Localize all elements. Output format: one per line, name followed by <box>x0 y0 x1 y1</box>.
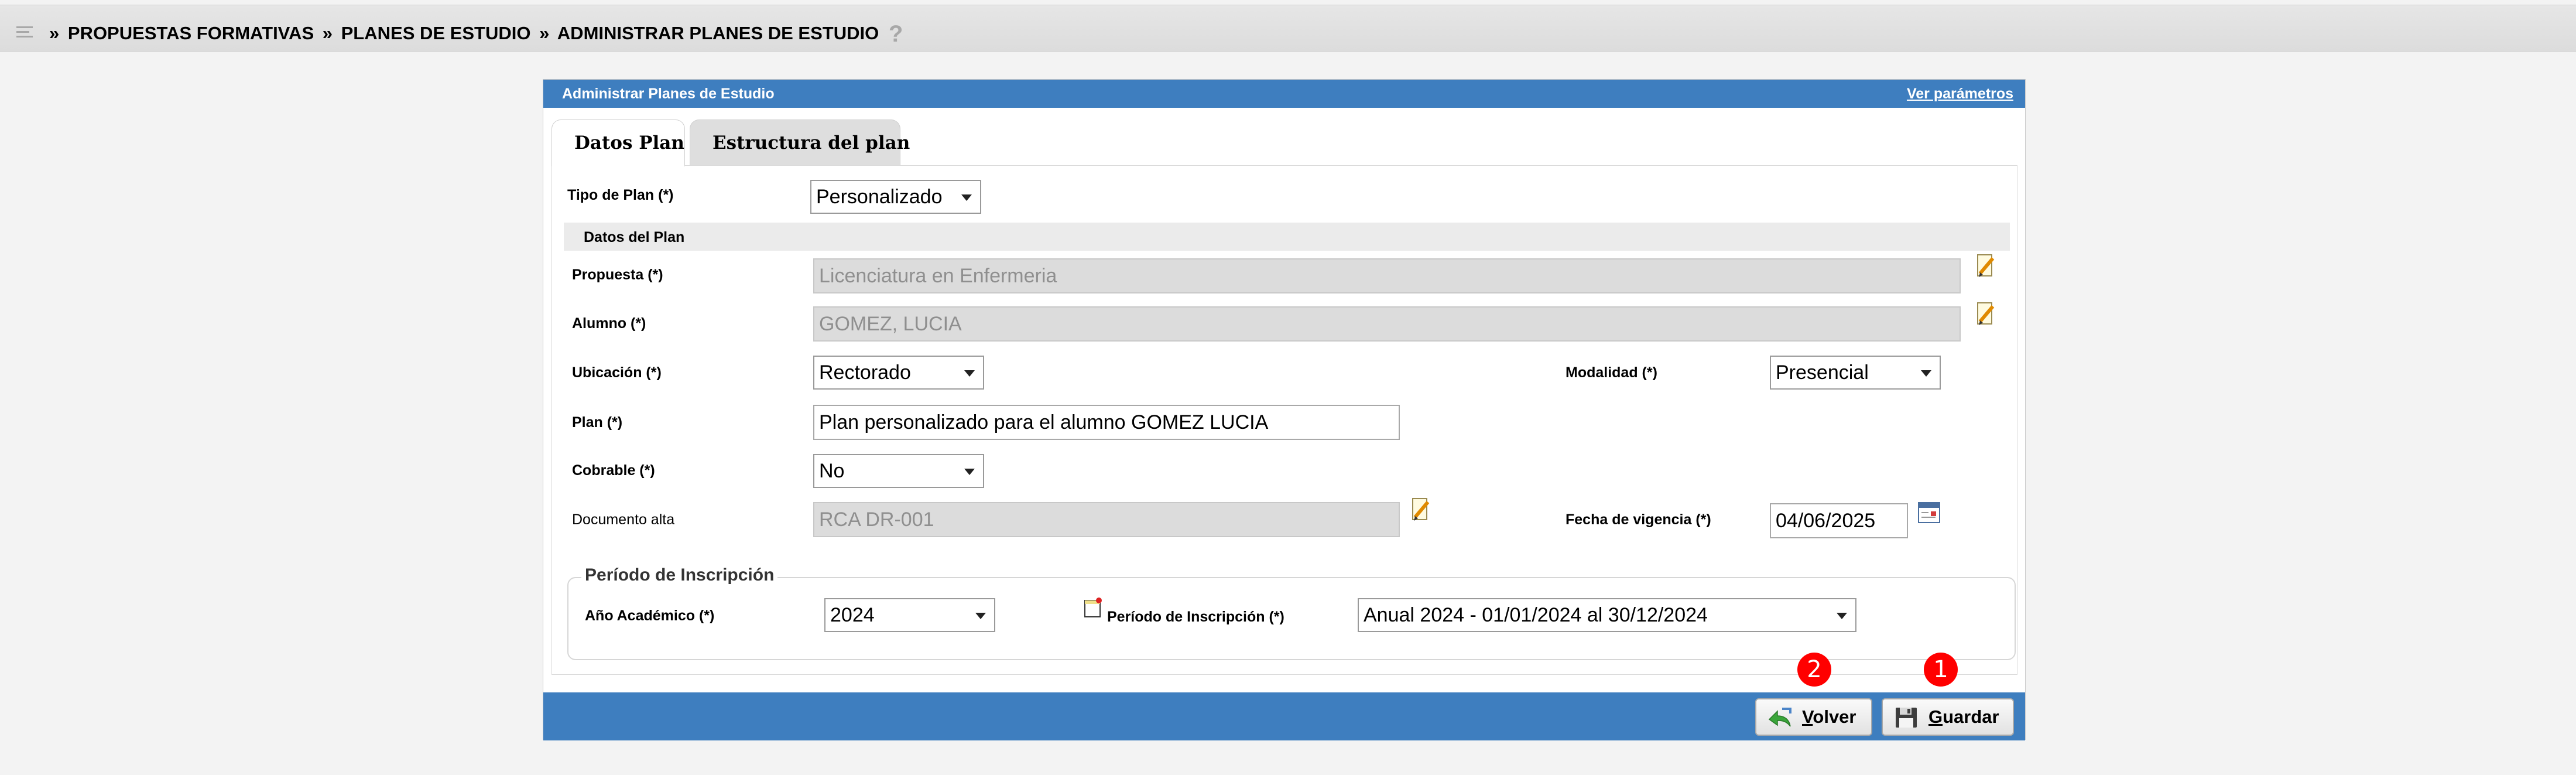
help-icon[interactable]: ? <box>889 22 903 46</box>
pencil-icon[interactable] <box>1976 302 1996 327</box>
tipo-plan-value: Personalizado <box>816 186 943 208</box>
periodo-inscripcion-select[interactable]: Anual 2024 - 01/01/2024 al 30/12/2024 <box>1358 598 1856 632</box>
breadcrumb-separator: » <box>49 23 60 43</box>
step-badge-2: 2 <box>1797 653 1831 687</box>
propuesta-field: Licenciatura en Enfermeria <box>813 258 1961 293</box>
plan-name-field[interactable]: Plan personalizado para el alumno GOMEZ … <box>813 405 1400 440</box>
documento-alta-label: Documento alta <box>572 511 675 528</box>
breadcrumb-separator: » <box>539 23 550 43</box>
guardar-accelerator: G <box>1928 706 1943 727</box>
cobrable-label: Cobrable (*) <box>572 462 655 479</box>
chevron-down-icon <box>1921 370 1931 377</box>
calendar-icon[interactable] <box>1918 502 1940 523</box>
section-title: Datos del Plan <box>584 229 685 245</box>
datos-plan-section-header: Datos del Plan <box>564 223 2010 251</box>
chevron-down-icon <box>964 370 975 377</box>
fecha-vigencia-label: Fecha de vigencia (*) <box>1566 511 1711 528</box>
ver-parametros-link[interactable]: Ver parámetros <box>1907 86 2013 103</box>
panel-header: Administrar Planes de Estudio Ver paráme… <box>543 80 2025 108</box>
documento-alta-field: RCA DR-001 <box>813 502 1400 537</box>
breadcrumb-item-administrar: ADMINISTRAR PLANES DE ESTUDIO <box>557 23 879 43</box>
step-badge-1: 1 <box>1924 653 1958 687</box>
anio-academico-label: Año Académico (*) <box>585 607 715 624</box>
alumno-label: Alumno (*) <box>572 315 646 332</box>
ubicacion-select[interactable]: Rectorado <box>813 356 984 390</box>
chevron-down-icon <box>964 469 975 475</box>
pencil-icon[interactable] <box>1976 254 1996 279</box>
tab-estructura-plan[interactable]: Estructura del plan <box>690 120 910 165</box>
tipo-plan-select[interactable]: Personalizado <box>810 180 981 214</box>
panel-title: Administrar Planes de Estudio <box>562 86 775 102</box>
breadcrumb: » PROPUESTAS FORMATIVAS » PLANES DE ESTU… <box>46 22 903 46</box>
modalidad-select[interactable]: Presencial <box>1770 356 1941 390</box>
floppy-disk-icon <box>1896 708 1917 728</box>
top-navigation-bar: » PROPUESTAS FORMATIVAS » PLANES DE ESTU… <box>0 5 2576 52</box>
periodo-inscripcion-value: Anual 2024 - 01/01/2024 al 30/12/2024 <box>1364 604 1708 626</box>
alumno-field: GOMEZ, LUCIA <box>813 306 1961 342</box>
chevron-down-icon <box>975 613 986 619</box>
ubicacion-value: Rectorado <box>819 361 911 384</box>
guardar-label: uardar <box>1943 706 1999 727</box>
breadcrumb-item-planes[interactable]: PLANES DE ESTUDIO <box>341 23 531 43</box>
periodo-inscripcion-fieldset: Período de Inscripción Año Académico (*)… <box>567 565 2016 660</box>
plan-label: Plan (*) <box>572 414 623 431</box>
tab-content-datos-plan: Tipo de Plan (*) Personalizado Datos del… <box>551 165 2017 675</box>
breadcrumb-separator: » <box>322 23 333 43</box>
modalidad-value: Presencial <box>1776 361 1869 384</box>
tab-datos-plan[interactable]: Datos Plan <box>551 120 685 166</box>
note-icon <box>1084 598 1102 617</box>
periodo-inscripcion-legend: Período de Inscripción <box>581 565 778 585</box>
chevron-down-icon <box>961 194 972 201</box>
volver-button[interactable]: Volver <box>1755 698 1872 736</box>
chevron-down-icon <box>1837 613 1847 619</box>
anio-academico-value: 2024 <box>830 604 875 626</box>
ubicacion-label: Ubicación (*) <box>572 364 662 381</box>
guardar-button[interactable]: Guardar <box>1882 698 2014 736</box>
back-arrow-icon <box>1768 708 1791 727</box>
periodo-inscripcion-label: Período de Inscripción (*) <box>1107 609 1284 625</box>
modalidad-label: Modalidad (*) <box>1566 364 1657 381</box>
menu-icon[interactable] <box>16 26 33 38</box>
fecha-vigencia-field[interactable]: 04/06/2025 <box>1770 503 1908 538</box>
plan-admin-panel: Administrar Planes de Estudio Ver paráme… <box>543 79 2026 740</box>
breadcrumb-item-propuestas[interactable]: PROPUESTAS FORMATIVAS <box>68 23 314 43</box>
volver-accelerator: V <box>1802 706 1813 727</box>
propuesta-label: Propuesta (*) <box>572 267 663 283</box>
tipo-plan-label: Tipo de Plan (*) <box>567 187 674 203</box>
volver-label: olver <box>1813 706 1856 727</box>
pencil-icon[interactable] <box>1412 497 1431 523</box>
anio-academico-select[interactable]: 2024 <box>824 598 995 632</box>
cobrable-value: No <box>819 460 845 482</box>
panel-footer: Volver Guardar <box>543 692 2025 740</box>
cobrable-select[interactable]: No <box>813 454 984 488</box>
